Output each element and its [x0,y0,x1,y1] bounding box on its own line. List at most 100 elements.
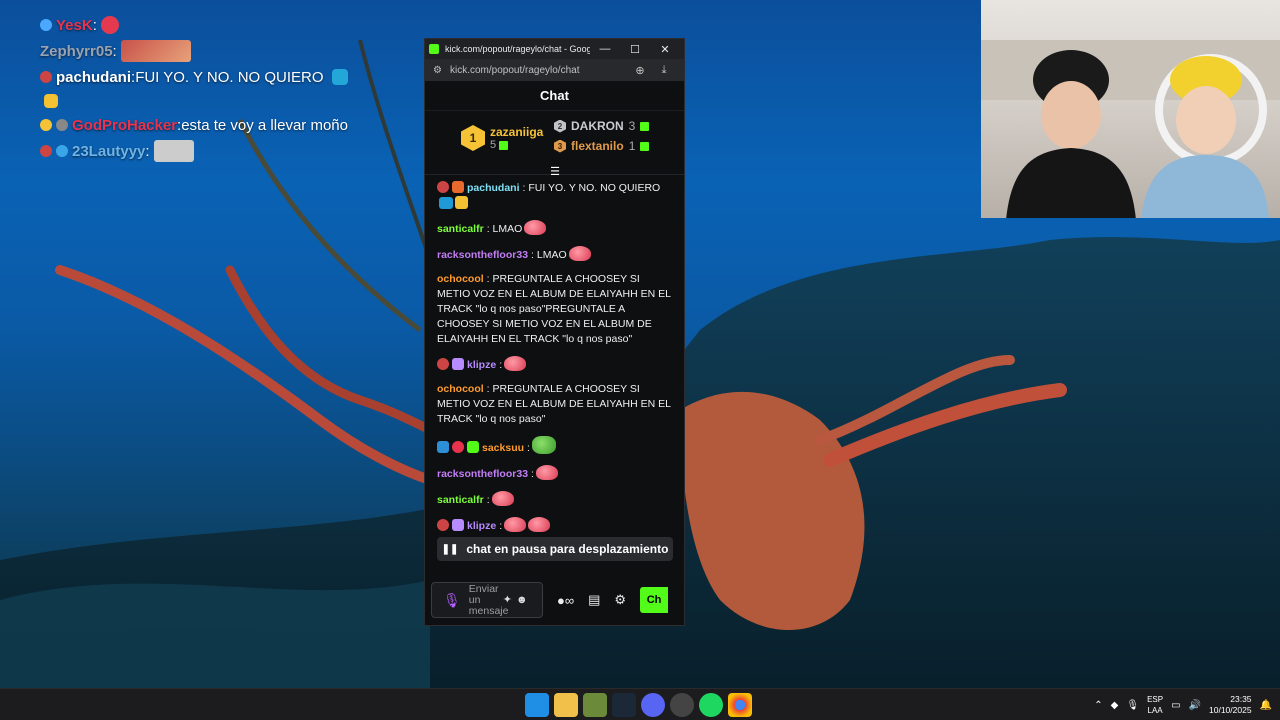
chat-username[interactable]: pachudani [467,182,520,194]
chat-input[interactable]: 🎙 Enviar un mensaje ✦ ☻ [431,582,543,618]
obs-icon[interactable] [670,693,694,717]
store-icon[interactable]: ▤ [588,592,600,608]
webcam-person-right [1141,54,1269,218]
address-bar[interactable]: ⚙ kick.com/popout/rageylo/chat ⊕ ⤓ [425,59,684,81]
gift-badge-icon [467,441,479,453]
wave-emote-icon [455,196,468,209]
chat-username[interactable]: ochocool [437,273,484,285]
chat-username[interactable]: santicalfr [437,494,484,506]
chat-messages[interactable]: pachudani: FUI YO. Y NO. NO QUIERO santi… [425,175,684,572]
stream-overlay-chat: YesK: Zephyrr05: pachudani: FUI YO. Y NO… [40,12,420,164]
url-text[interactable]: kick.com/popout/rageylo/chat [450,65,628,76]
mic-icon[interactable]: 🎙 [443,593,461,607]
badge-icon [437,358,449,370]
clock-date: 10/10/2025 [1209,705,1252,715]
network-icon[interactable]: ▭ [1171,700,1180,711]
overlay-username: Zephyrr05 [40,42,113,60]
gift-icon [640,121,650,131]
points-icon[interactable]: ●∞ [557,593,574,608]
chat-message: pachudani: FUI YO. Y NO. NO QUIERO [437,181,672,211]
overlay-chat-line: YesK: [40,12,420,38]
kick-logo-icon [429,44,439,54]
chat-message: klipze: [437,356,672,373]
language-indicator[interactable]: ESP LAA [1147,694,1163,716]
chat-text: LMAO [492,223,523,235]
emote-icon [100,16,119,34]
leaderboard-first: 1 zazaniiga 5 [461,125,543,151]
emote-icon [331,69,348,85]
frog-emote-icon [531,436,556,454]
gift-icon [499,140,509,150]
chevron-up-icon[interactable]: ⌃ [1094,700,1102,711]
badge-icon [40,119,52,131]
overlay-username: pachudani [56,68,132,86]
file-explorer-icon[interactable] [554,693,578,717]
emote-icon [568,246,591,261]
chat-username[interactable]: santicalfr [437,223,484,235]
rank-3-icon: 3 [554,139,566,153]
steam-icon[interactable] [612,693,636,717]
chat-username[interactable]: klipze [467,520,496,532]
gift-icon [640,141,650,151]
clock[interactable]: 23:35 10/10/2025 [1209,694,1252,716]
badge-icon [452,441,464,453]
chat-paused-button[interactable]: ❚❚ chat en pausa para desplazamiento [437,537,673,561]
emote-icon [504,356,527,371]
send-button[interactable]: Ch [640,587,669,613]
start-icon[interactable] [525,693,549,717]
gift-leaderboard: 1 zazaniiga 5 2 DAKRON 3 3 flextanilo 1 … [425,111,684,178]
chat-username[interactable]: klipze [467,359,496,371]
spotify-icon[interactable] [699,693,723,717]
overlay-chat-line [40,90,420,112]
pause-label: chat en pausa para desplazamiento [466,542,669,556]
site-settings-icon[interactable]: ⚙ [433,65,442,76]
webcam-person-left [1006,50,1136,218]
overlay-chat-line: Zephyrr05: [40,38,420,64]
chat-username[interactable]: sacksuu [482,442,524,454]
microphone-icon[interactable]: 🎙 [1126,700,1139,711]
gift-badge-icon [452,358,464,370]
volume-icon[interactable]: 🔊 [1189,700,1201,711]
clock-time: 23:35 [1230,694,1252,704]
emote-icon [120,40,191,62]
leaderboard-name[interactable]: DAKRON [571,119,624,133]
emoji-icon[interactable]: ☻ [516,594,528,606]
maximize-button[interactable]: ☐ [620,43,650,56]
chat-text: LMAO [536,249,567,261]
notifications-icon[interactable]: 🔔 [1260,700,1272,711]
discord-icon[interactable] [641,693,665,717]
webcam-feed [981,0,1280,218]
chat-message: santicalfr: LMAO [437,220,672,237]
chat-message: sacksuu: [437,436,672,456]
emote-picker-icon[interactable]: ✦ [503,594,512,606]
leaderboard-name[interactable]: flextanilo [571,139,624,153]
download-icon[interactable]: ⤓ [652,64,676,77]
emote-icon [153,140,194,162]
window-titlebar: kick.com/popout/rageylo/chat - Google...… [425,39,684,59]
chrome-icon[interactable] [728,693,752,717]
close-button[interactable]: ✕ [650,43,680,56]
minimize-button[interactable]: — [590,43,620,55]
overlay-message: esta te voy a llevar moño [181,116,348,134]
emote-icon [524,220,547,235]
security-icon[interactable]: ◆ [1111,700,1119,711]
leaderboard-name[interactable]: zazaniiga [490,125,543,139]
zoom-icon[interactable]: ⊕ [628,64,652,77]
leaderboard-third: 3 flextanilo 1 [554,139,650,153]
overlay-separator: : [145,142,150,160]
badge-icon [452,181,464,193]
overlay-separator: : [92,16,97,34]
chat-text: FUI YO. Y NO. NO QUIERO [528,182,661,194]
settings-gear-icon[interactable]: ⚙ [614,592,626,608]
overlay-username: GodProHacker [72,116,178,134]
chat-username[interactable]: racksonthefloor33 [437,468,528,480]
chat-message: klipze: [437,517,672,534]
taskbar: ⌃ ◆ 🎙 ESP LAA ▭ 🔊 23:35 10/10/2025 🔔 [0,688,1280,720]
badge-icon [437,519,449,531]
chat-username[interactable]: ochocool [437,383,484,395]
minecraft-icon[interactable] [583,693,607,717]
chat-username[interactable]: racksonthefloor33 [437,249,528,261]
gift-count: 5 [490,139,497,151]
chat-message: ochocool: PREGUNTALE A CHOOSEY SI METIO … [437,273,671,345]
overlay-separator: : [112,42,117,60]
